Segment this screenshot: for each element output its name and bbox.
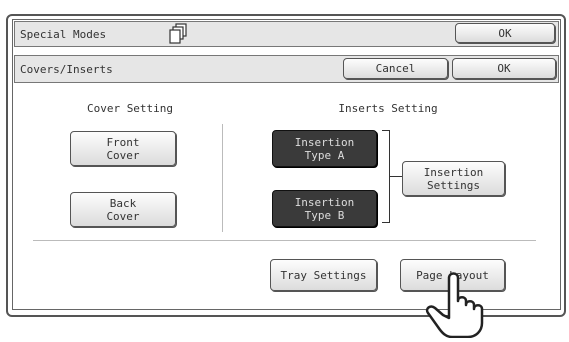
- section-title: Covers/Inserts: [20, 63, 113, 76]
- front-cover-button[interactable]: Front Cover: [70, 131, 176, 166]
- tray-settings-button[interactable]: Tray Settings: [270, 259, 377, 291]
- insertion-type-b-button[interactable]: Insertion Type B: [272, 190, 377, 227]
- hand-pointer-icon: [419, 270, 493, 339]
- header-ok-button[interactable]: OK: [455, 23, 555, 43]
- insertion-type-a-button[interactable]: Insertion Type A: [272, 130, 377, 167]
- inserts-setting-heading: Inserts Setting: [338, 102, 438, 115]
- cover-setting-heading: Cover Setting: [86, 102, 174, 115]
- stacked-pages-icon: [167, 23, 189, 45]
- back-cover-button[interactable]: Back Cover: [70, 192, 176, 227]
- inserts-bracket-connector: [390, 176, 402, 177]
- column-divider: [222, 124, 223, 232]
- page-title: Special Modes: [20, 28, 107, 41]
- ok-button[interactable]: OK: [452, 58, 556, 79]
- inserts-bracket: [382, 130, 390, 223]
- cancel-button[interactable]: Cancel: [343, 58, 448, 79]
- footer-divider: [33, 240, 536, 241]
- insertion-settings-button[interactable]: Insertion Settings: [402, 161, 505, 196]
